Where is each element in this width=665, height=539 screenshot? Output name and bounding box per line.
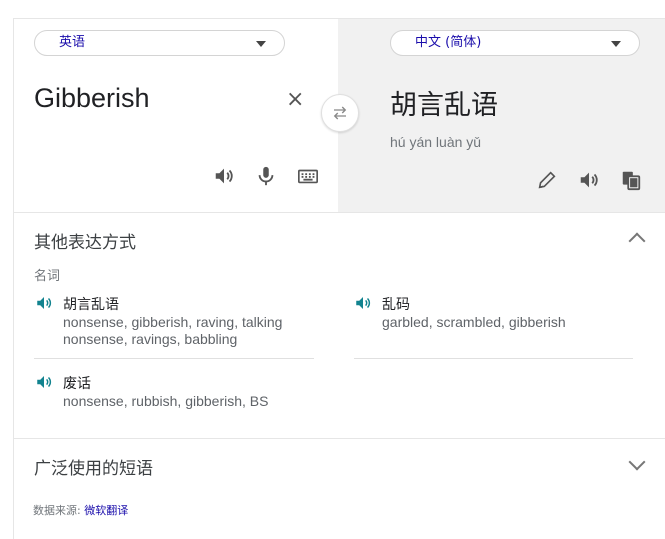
pencil-icon (538, 171, 556, 189)
common-phrases-title[interactable]: 广泛使用的短语 (34, 454, 153, 479)
target-toolbar (536, 169, 642, 191)
speaker-icon[interactable] (354, 294, 372, 312)
divider (34, 358, 314, 359)
source-pane: 英语 Gibberish × (14, 19, 338, 212)
chevron-down-icon (611, 41, 621, 47)
alternative-word[interactable]: 乱码 (382, 294, 410, 314)
copy-icon (622, 171, 641, 191)
target-pane: 中文 (简体) 胡言乱语 hú yán luàn yǔ (338, 19, 665, 212)
keyboard-button[interactable] (297, 165, 319, 187)
alternative-synonyms: garbled, scrambled, gibberish (382, 314, 566, 330)
swap-icon (333, 106, 347, 120)
translation-pinyin: hú yán luàn yǔ (390, 134, 482, 150)
source-speaker-button[interactable] (213, 165, 235, 187)
target-language-select[interactable]: 中文 (简体) (390, 30, 640, 56)
source-language-select[interactable]: 英语 (34, 30, 285, 56)
data-source-link[interactable]: 微软翻译 (84, 504, 128, 517)
voice-input-button[interactable] (255, 165, 277, 187)
target-language-label: 中文 (简体) (415, 35, 482, 50)
target-speaker-button[interactable] (578, 169, 600, 191)
source-language-label: 英语 (59, 35, 86, 50)
divider (14, 212, 665, 213)
clear-button[interactable]: × (286, 89, 304, 111)
chevron-down-icon[interactable] (628, 453, 646, 471)
chevron-up-icon[interactable] (628, 232, 646, 250)
edit-translation-button[interactable] (536, 169, 558, 191)
translation-text: 胡言乱语 (390, 90, 498, 121)
alternative-synonyms: nonsense, rubbish, gibberish, BS (63, 393, 269, 409)
data-source-note: 数据来源: 微软翻译 (33, 502, 128, 518)
part-of-speech-label: 名词 (34, 269, 61, 284)
data-source-prefix: 数据来源: (33, 504, 85, 517)
swap-languages-button[interactable] (321, 94, 359, 132)
source-text-input[interactable]: Gibberish (34, 83, 150, 114)
alternative-word[interactable]: 胡言乱语 (63, 294, 119, 314)
other-expressions-title[interactable]: 其他表达方式 (34, 228, 136, 253)
alternative-word[interactable]: 废话 (63, 373, 91, 393)
keyboard-icon (298, 169, 318, 184)
speaker-icon[interactable] (35, 373, 53, 391)
speaker-icon (580, 172, 598, 188)
divider (14, 438, 665, 439)
chevron-down-icon (256, 41, 266, 47)
speaker-icon[interactable] (35, 294, 53, 312)
speaker-icon (215, 168, 233, 184)
translate-card: 英语 Gibberish × 中文 (简体) 胡言乱语 hú yán luàn … (13, 18, 665, 539)
microphone-icon (258, 166, 274, 186)
alternative-synonyms: nonsense, ravings, babbling (63, 331, 238, 347)
divider (354, 358, 633, 359)
source-toolbar (213, 165, 319, 187)
alternative-synonyms: nonsense, gibberish, raving, talking (63, 314, 283, 330)
copy-button[interactable] (620, 169, 642, 191)
